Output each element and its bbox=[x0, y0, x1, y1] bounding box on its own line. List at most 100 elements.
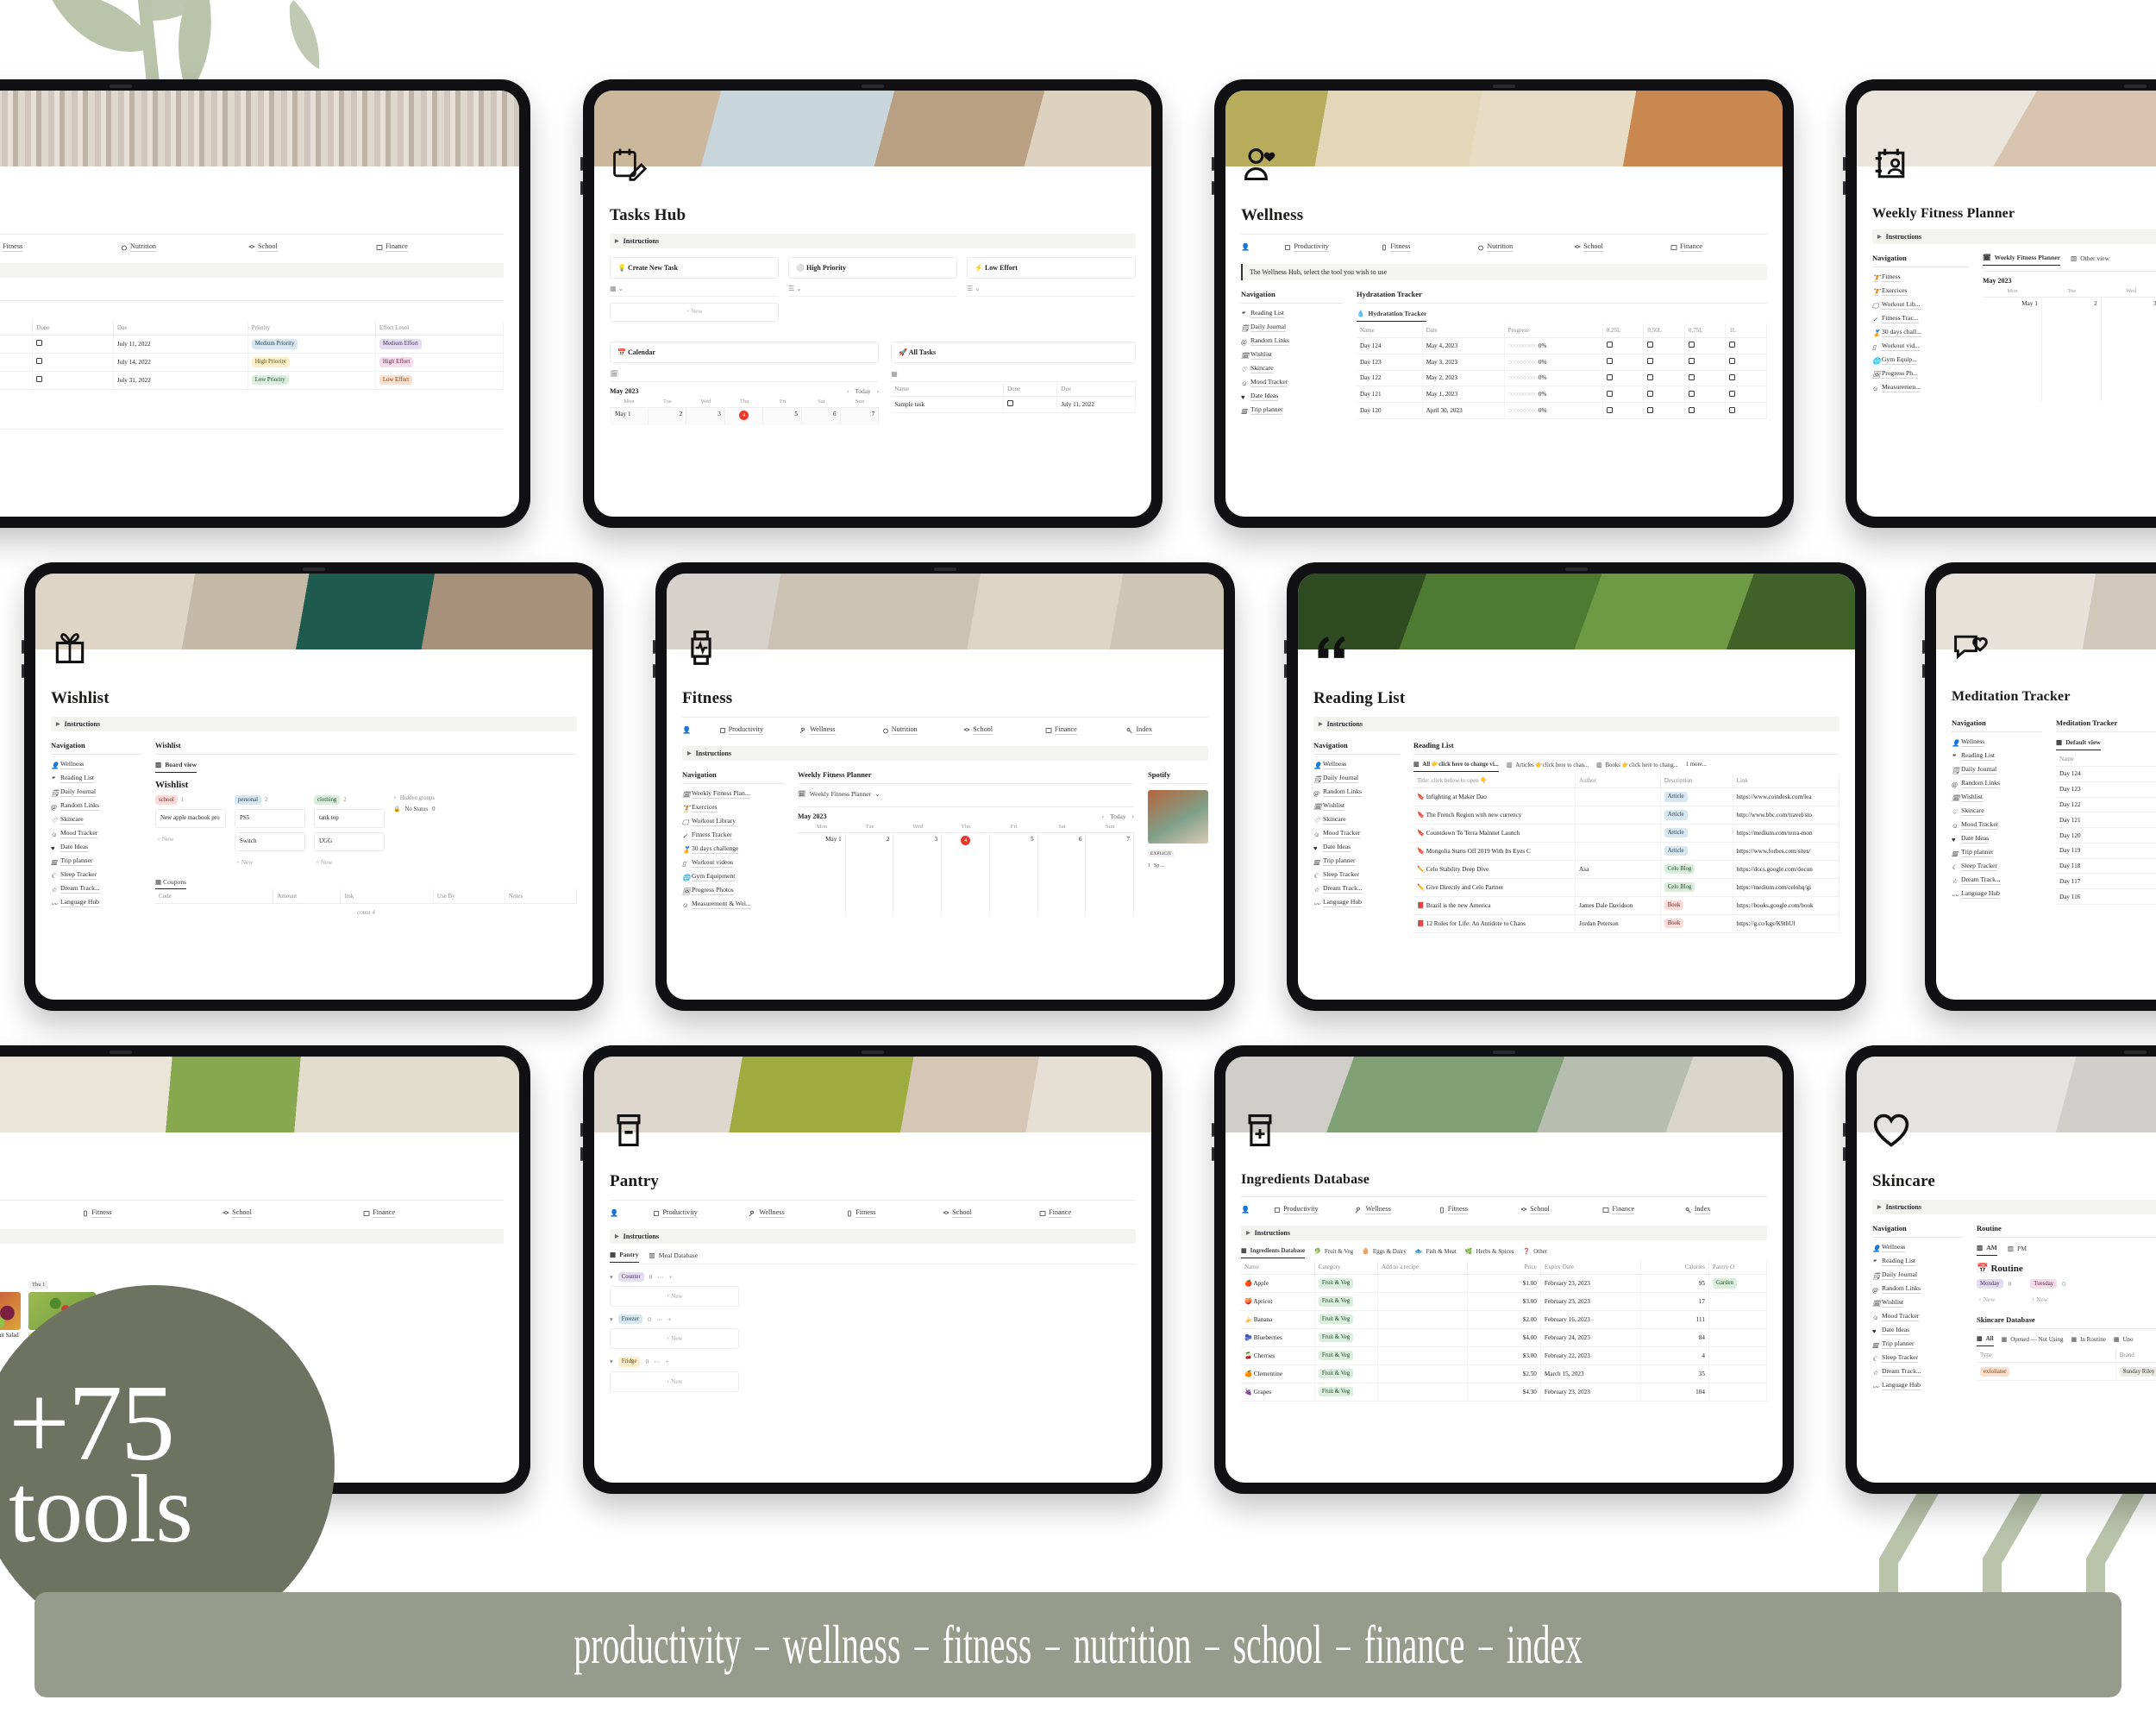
link-cell[interactable]: https://docs.google.com/docun bbox=[1733, 860, 1840, 879]
nav-item-fitness[interactable]: Fitness bbox=[0, 242, 121, 252]
nav-item-school[interactable]: School bbox=[1574, 242, 1670, 252]
sidebar-item-wishlist[interactable]: 🗓 Wishlist bbox=[1952, 793, 2042, 802]
sidebar-item-30-days-challenge[interactable]: 🏅 30 days chall... bbox=[1872, 328, 1969, 337]
nav-item-fitness[interactable]: Fitness bbox=[82, 1208, 222, 1218]
tab-coupons[interactable]: ▦ Coupons bbox=[155, 878, 187, 890]
link-cell[interactable]: https://books.google.com/book bbox=[1733, 896, 1840, 915]
sidebar-item-date-ideas[interactable]: ♥ Date Ideas bbox=[1241, 392, 1343, 401]
link-cell[interactable]: http://www.bbc.com/travel/sto bbox=[1733, 806, 1840, 825]
table-row[interactable]: Day 117April 27, 20 bbox=[2056, 873, 2156, 890]
nav-item-nutrition[interactable]: Nutrition bbox=[1477, 242, 1574, 252]
table-row[interactable]: Day 124May 4, 202 bbox=[2056, 766, 2156, 782]
nav-item-finance[interactable]: Finance bbox=[363, 1208, 504, 1218]
nav-item-finance[interactable]: Finance bbox=[1602, 1205, 1684, 1214]
tab-am[interactable]: ▥ AM bbox=[1977, 1244, 1997, 1256]
nav-item-school[interactable]: School bbox=[222, 1208, 363, 1218]
add-new-button[interactable]: + New bbox=[610, 1371, 739, 1392]
home-icon[interactable]: 👤 bbox=[1241, 243, 1284, 252]
instructions-toggle[interactable]: ▶ Instructions bbox=[51, 717, 577, 731]
sidebar-item-fitness[interactable]: 🏋 Fitness bbox=[1872, 273, 1969, 282]
tab-eggs-dairy[interactable]: 🥚 Eggs & Dairy bbox=[1362, 1247, 1407, 1258]
checkbox[interactable] bbox=[1606, 358, 1613, 365]
more-options-icon[interactable]: ⋯ bbox=[654, 1358, 660, 1365]
calendar-day[interactable]: 5 bbox=[763, 408, 802, 425]
sidebar-item-skincare[interactable]: ♡ Skincare bbox=[51, 815, 141, 825]
sidebar-item-dream-tracker[interactable]: ☆ Dream Track... bbox=[51, 884, 141, 894]
link-cell[interactable]: https://www.forbes.com/sites/ bbox=[1733, 842, 1840, 861]
sidebar-item-random-links[interactable]: @ Random Links bbox=[1952, 779, 2042, 788]
calendar-day[interactable]: May 1 bbox=[798, 833, 846, 916]
sidebar-item-wellness[interactable]: 👤 Wellness bbox=[1952, 737, 2042, 747]
checkbox[interactable] bbox=[1729, 390, 1736, 397]
sidebar-item-daily-journal[interactable]: 🗒 Daily Journal bbox=[1872, 1270, 1963, 1280]
sidebar-item-mood-tracker[interactable]: ☺ Mood Tracker bbox=[1241, 378, 1343, 387]
table-row[interactable]: 🍎 Apple Fruit & Veg $1.00 February 23, 2… bbox=[1241, 1274, 1768, 1293]
amount-cell[interactable] bbox=[1602, 370, 1645, 387]
recipe-cell[interactable] bbox=[1377, 1310, 1468, 1329]
sidebar-item-wellness[interactable]: 👤 Wellness bbox=[1313, 760, 1400, 769]
table-row[interactable]: exfoliator Sunday Riley Good Genes bbox=[1977, 1362, 2156, 1382]
calendar-day[interactable]: 6 bbox=[1038, 833, 1087, 916]
amount-cell[interactable] bbox=[1602, 402, 1645, 419]
nav-item-school[interactable]: School bbox=[943, 1208, 1039, 1218]
nav-item-productivity[interactable]: Productivity bbox=[719, 725, 801, 735]
chevron-down-icon[interactable]: ▾ bbox=[610, 1273, 613, 1281]
amount-cell[interactable] bbox=[1643, 370, 1685, 387]
sidebar-item-fitness-tracker[interactable]: ✓ Fitness Tracker bbox=[682, 831, 784, 840]
pantry-group-counter[interactable]: ▾ Counter 0 ⋯ + bbox=[610, 1272, 1136, 1283]
sidebar-item-wishlist[interactable]: 🗓 Wishlist bbox=[1872, 1298, 1963, 1308]
sidebar-item-trip-planner[interactable]: ▥ Trip planner bbox=[51, 856, 141, 866]
sidebar-item-daily-journal[interactable]: 🗒 Daily Journal bbox=[1313, 774, 1400, 783]
table-row[interactable]: Finish first task July 14, 2022 High Pri… bbox=[0, 353, 505, 372]
checkbox[interactable] bbox=[1647, 406, 1654, 413]
add-item-icon[interactable]: + bbox=[666, 1358, 669, 1365]
tab-all[interactable]: ▥ All 👉click here to change vi... bbox=[1413, 761, 1499, 772]
sidebar-item-gym-equipment[interactable]: 🌐 Gym Equipment bbox=[682, 872, 784, 881]
calendar-day-today[interactable]: 4 bbox=[725, 408, 764, 425]
amount-cell[interactable] bbox=[1643, 402, 1685, 419]
tab-more[interactable]: 1 more... bbox=[1686, 761, 1707, 772]
next-month-button[interactable]: › bbox=[1132, 812, 1134, 820]
table-row[interactable]: Day 118April 28, 20 bbox=[2056, 858, 2156, 875]
sidebar-item-random-links[interactable]: @ Random Links bbox=[1872, 1284, 1963, 1294]
tab-pantry[interactable]: ▦ Pantry bbox=[610, 1251, 639, 1263]
calendar-day[interactable]: 2 bbox=[649, 408, 687, 425]
nav-item-school[interactable]: School bbox=[1520, 1205, 1602, 1214]
add-group-button[interactable]: + bbox=[393, 795, 397, 801]
amount-cell[interactable] bbox=[1602, 386, 1645, 404]
tab-board-view[interactable]: ▥ Board view bbox=[155, 761, 197, 773]
checkbox[interactable] bbox=[1647, 342, 1654, 348]
table-row[interactable]: Day 123May 3, 202 bbox=[2056, 781, 2156, 798]
add-new-card-button[interactable]: + New bbox=[314, 856, 385, 869]
table-row[interactable]: ✏️ Celo Stability Deep Dive Asa Celo Blo… bbox=[1413, 860, 1840, 879]
calendar-day[interactable]: 3 bbox=[686, 408, 725, 425]
routine-day-tuesday[interactable]: Tuesday 0 bbox=[2030, 1279, 2065, 1289]
table-row[interactable]: 🍇 Grapes Fruit & Veg $4.30 February 23, … bbox=[1241, 1383, 1768, 1402]
recipe-cell[interactable] bbox=[1377, 1274, 1468, 1293]
sidebar-item-fitness-tracker[interactable]: ✓ Fitness Trac... bbox=[1872, 314, 1969, 323]
sidebar-item-date-ideas[interactable]: ♥ Date Ideas bbox=[1313, 843, 1400, 852]
checkbox[interactable] bbox=[1606, 342, 1613, 348]
board-card[interactable]: UGG bbox=[314, 832, 385, 852]
nav-item-productivity[interactable]: Productivity bbox=[1284, 242, 1381, 252]
instructions-toggle[interactable]: ▶ Instructions bbox=[1872, 229, 2156, 244]
table-row[interactable]: Low level Task July 31, 2022 Low Priorit… bbox=[0, 371, 505, 390]
sidebar-item-random-links[interactable]: @ Random Links bbox=[1313, 787, 1400, 797]
today-button[interactable]: Today bbox=[1110, 812, 1125, 820]
sidebar-item-date-ideas[interactable]: ♥ Date Ideas bbox=[51, 843, 141, 852]
view-selector[interactable]: ☰ ⌄ bbox=[788, 283, 957, 297]
table-row[interactable]: 🔖 Infighting at Maker Dao Article https:… bbox=[1413, 787, 1840, 806]
calendar-day-today[interactable]: 4 bbox=[942, 833, 990, 916]
instructions-toggle[interactable]: ▶ Instructions bbox=[610, 1229, 1136, 1244]
nav-item-nutrition[interactable]: Nutrition bbox=[882, 725, 964, 735]
sidebar-item-wishlist[interactable]: 🗓 Wishlist bbox=[1241, 350, 1343, 360]
low-effort-card[interactable]: ⚡ Low Effort bbox=[967, 257, 1136, 279]
sidebar-item-reading-list[interactable]: ❞ Reading List bbox=[51, 774, 141, 783]
instructions-toggle[interactable]: ▶ Instructions bbox=[610, 234, 1136, 248]
sidebar-item-mood-tracker[interactable]: ☺ Mood Tracker bbox=[1872, 1312, 1963, 1321]
add-new-button[interactable]: + New bbox=[1977, 1293, 1996, 1307]
amount-cell[interactable] bbox=[1643, 354, 1685, 371]
calendar-day[interactable]: 2 bbox=[846, 833, 894, 916]
amount-cell[interactable] bbox=[1725, 402, 1767, 419]
table-row[interactable]: Day 116April 26, 20 bbox=[2056, 888, 2156, 906]
